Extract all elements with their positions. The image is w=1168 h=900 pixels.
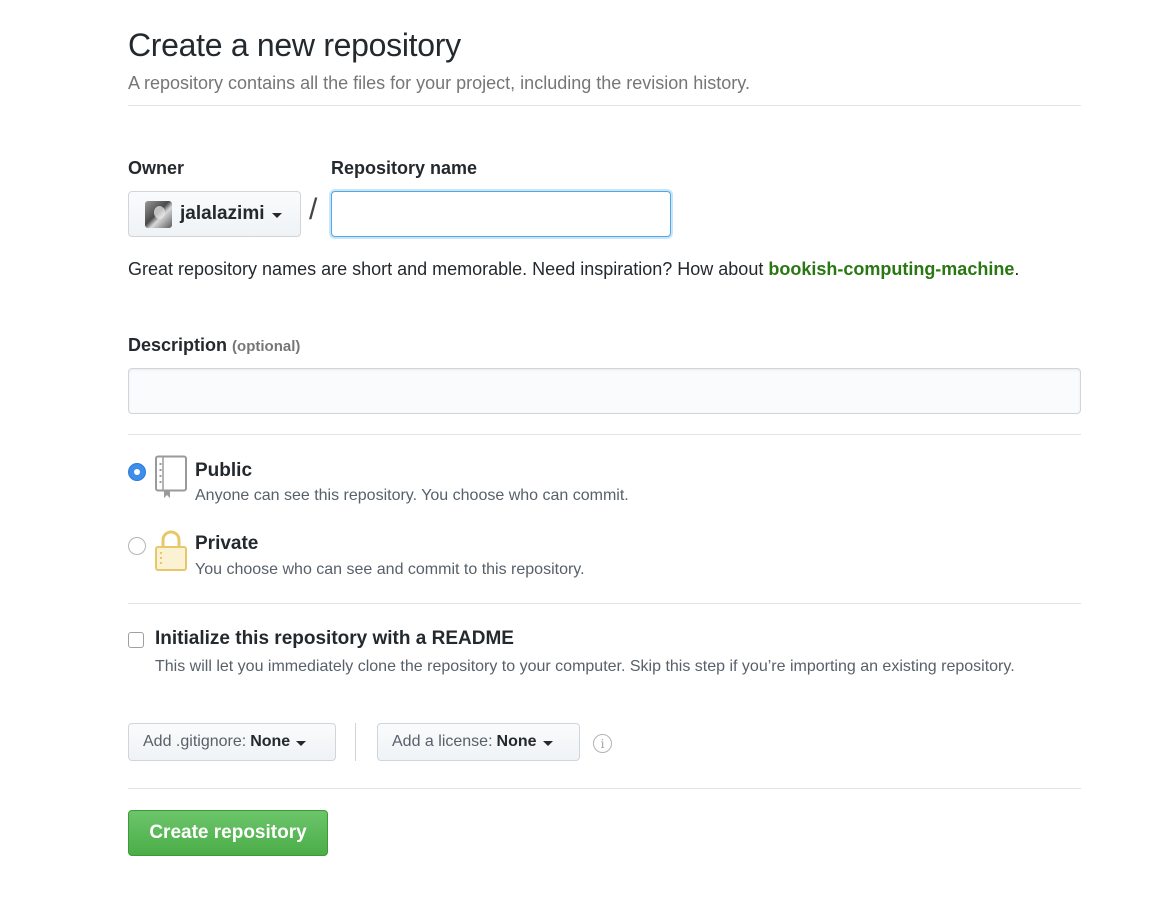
repository-name-label: Repository name: [331, 158, 478, 178]
license-label: Add a license:: [392, 733, 493, 750]
caret-down-icon: [296, 740, 307, 746]
hint-suffix: .: [1014, 259, 1020, 279]
vertical-divider: [355, 723, 356, 761]
public-radio[interactable]: [128, 463, 146, 481]
name-hint: Great repository names are short and mem…: [128, 255, 1058, 283]
public-option-desc: Anyone can see this repository. You choo…: [195, 487, 629, 504]
hint-text: Great repository names are short and mem…: [128, 259, 769, 279]
description-label-text: Description: [128, 335, 228, 355]
private-option-title: Private: [195, 533, 259, 554]
description-label: Description (optional): [128, 335, 300, 356]
readme-option-desc: This will let you immediately clone the …: [155, 658, 1015, 675]
page-subtitle: A repository contains all the files for …: [128, 73, 750, 93]
repository-name-input[interactable]: [331, 191, 671, 237]
description-input[interactable]: [128, 368, 1081, 414]
owner-name: jalalazimi: [180, 203, 265, 224]
gitignore-value: None: [250, 733, 291, 750]
name-suggestion-link[interactable]: bookish-computing-machine: [768, 259, 1014, 279]
optional-note: (optional): [232, 338, 301, 355]
license-value: None: [496, 733, 537, 750]
owner-dropdown[interactable]: jalalazimi: [128, 191, 301, 237]
divider: [128, 105, 1081, 106]
caret-down-icon: [542, 740, 553, 746]
info-icon[interactable]: i: [593, 734, 612, 753]
private-option-desc: You choose who can see and commit to thi…: [195, 561, 585, 578]
repo-book-icon: [155, 455, 187, 498]
divider: [128, 603, 1081, 604]
gitignore-label: Add .gitignore:: [143, 733, 247, 750]
create-repository-button[interactable]: Create repository: [128, 810, 328, 856]
license-dropdown[interactable]: Add a license: None: [377, 723, 580, 761]
readme-option-title: Initialize this repository with a README: [155, 628, 514, 649]
page-title: Create a new repository: [128, 27, 461, 63]
divider: [128, 788, 1081, 789]
avatar: [145, 200, 172, 228]
caret-down-icon: [271, 212, 282, 218]
owner-repo-separator: /: [309, 193, 318, 226]
public-option-title: Public: [195, 460, 253, 481]
owner-label: Owner: [128, 158, 185, 178]
divider: [128, 434, 1081, 435]
lock-icon: [155, 530, 187, 571]
private-radio[interactable]: [128, 537, 146, 555]
gitignore-dropdown[interactable]: Add .gitignore: None: [128, 723, 336, 761]
readme-checkbox[interactable]: [128, 632, 144, 648]
